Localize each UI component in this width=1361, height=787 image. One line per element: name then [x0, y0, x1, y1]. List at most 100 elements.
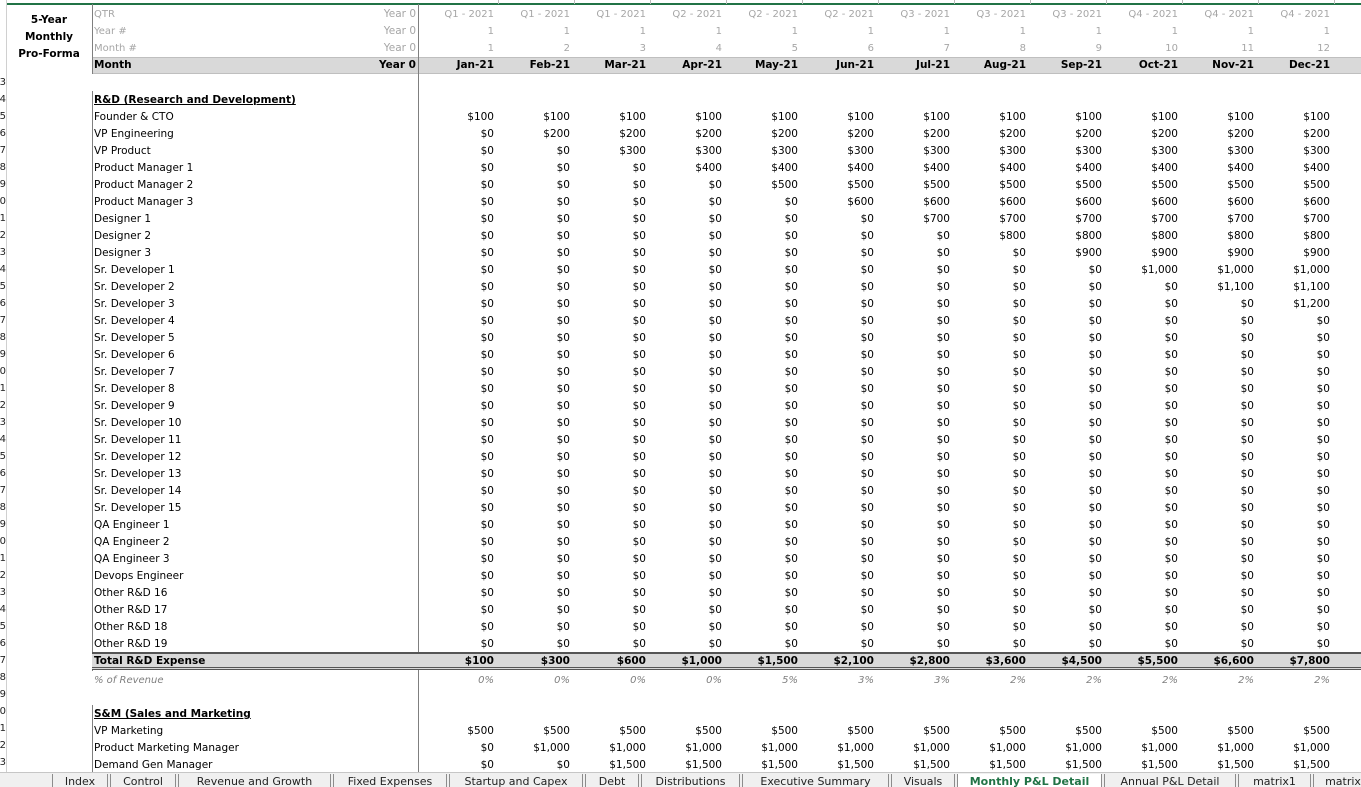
rd-value-cell[interactable]: $200: [1264, 126, 1330, 143]
rd-value-cell[interactable]: $600: [1112, 194, 1178, 211]
sheet-tab[interactable]: Executive Summary: [742, 774, 889, 787]
rd-value-cell[interactable]: $0: [1112, 551, 1178, 568]
rd-value-cell[interactable]: $0: [428, 126, 494, 143]
sm-value-cell[interactable]: $1,500: [960, 757, 1026, 772]
rd-pct-cell[interactable]: 2%: [1036, 672, 1102, 689]
rd-value-cell[interactable]: $0: [428, 194, 494, 211]
rd-value-cell[interactable]: $0: [1112, 432, 1178, 449]
rd-value-cell[interactable]: $0: [580, 483, 646, 500]
rd-value-cell[interactable]: $0: [504, 381, 570, 398]
sm-value-cell[interactable]: $500: [960, 723, 1026, 740]
rd-value-cell[interactable]: $0: [1188, 364, 1254, 381]
rd-value-cell[interactable]: $0: [428, 585, 494, 602]
row-number[interactable]: 3: [0, 584, 6, 601]
year0-month[interactable]: Year 0: [350, 40, 416, 57]
rd-value-cell[interactable]: $0: [884, 245, 950, 262]
sheet-tab[interactable]: Monthly P&L Detail: [957, 774, 1102, 787]
rd-value-cell[interactable]: $0: [1188, 466, 1254, 483]
sm-value-cell[interactable]: $1,500: [1264, 757, 1330, 772]
rd-value-cell[interactable]: $0: [504, 517, 570, 534]
sm-value-cell[interactable]: $500: [428, 723, 494, 740]
rd-value-cell[interactable]: $500: [732, 177, 798, 194]
rd-value-cell[interactable]: $0: [732, 551, 798, 568]
rd-row-label[interactable]: VP Engineering: [94, 126, 414, 143]
rd-value-cell[interactable]: $0: [656, 619, 722, 636]
year-cell[interactable]: 1: [428, 23, 494, 40]
rd-value-cell[interactable]: $0: [732, 296, 798, 313]
rd-value-cell[interactable]: $0: [1264, 415, 1330, 432]
rd-value-cell[interactable]: $0: [808, 619, 874, 636]
rd-value-cell[interactable]: $300: [1264, 143, 1330, 160]
rd-value-cell[interactable]: $0: [808, 517, 874, 534]
rd-value-cell[interactable]: $0: [580, 500, 646, 517]
rd-value-cell[interactable]: $0: [884, 296, 950, 313]
sheet-tab[interactable]: matrix: [1313, 774, 1361, 787]
rd-value-cell[interactable]: $0: [580, 279, 646, 296]
rd-value-cell[interactable]: $0: [732, 517, 798, 534]
rd-value-cell[interactable]: $0: [580, 551, 646, 568]
rd-value-cell[interactable]: $0: [428, 398, 494, 415]
year0-qtr[interactable]: Year 0: [350, 6, 416, 23]
qtr-cell[interactable]: Q1 - 2021: [504, 6, 570, 23]
rd-value-cell[interactable]: $0: [656, 347, 722, 364]
rd-value-cell[interactable]: $0: [656, 449, 722, 466]
rd-value-cell[interactable]: $0: [580, 296, 646, 313]
rd-value-cell[interactable]: $200: [504, 126, 570, 143]
rd-value-cell[interactable]: $0: [580, 330, 646, 347]
rd-value-cell[interactable]: $0: [808, 398, 874, 415]
sm-value-cell[interactable]: $0: [428, 740, 494, 757]
rd-value-cell[interactable]: $0: [428, 279, 494, 296]
rd-value-cell[interactable]: $0: [1036, 449, 1102, 466]
rd-value-cell[interactable]: $0: [960, 262, 1026, 279]
rd-value-cell[interactable]: $0: [1188, 483, 1254, 500]
rd-value-cell[interactable]: $0: [656, 517, 722, 534]
rd-value-cell[interactable]: $200: [732, 126, 798, 143]
rd-value-cell[interactable]: $500: [1188, 177, 1254, 194]
rd-value-cell[interactable]: $0: [504, 296, 570, 313]
rd-value-cell[interactable]: $0: [732, 364, 798, 381]
rd-value-cell[interactable]: $0: [428, 483, 494, 500]
rd-value-cell[interactable]: $0: [808, 551, 874, 568]
rd-value-cell[interactable]: $0: [1036, 330, 1102, 347]
rd-value-cell[interactable]: $0: [656, 636, 722, 653]
month-cell[interactable]: Jun-21: [808, 57, 874, 74]
rd-value-cell[interactable]: $100: [504, 109, 570, 126]
rd-value-cell[interactable]: $0: [732, 568, 798, 585]
rd-pct-cell[interactable]: 0%: [504, 672, 570, 689]
rd-value-cell[interactable]: $0: [580, 449, 646, 466]
rd-value-cell[interactable]: $0: [428, 568, 494, 585]
rd-value-cell[interactable]: $0: [1188, 381, 1254, 398]
rd-value-cell[interactable]: $0: [1188, 602, 1254, 619]
row-number[interactable]: 5: [0, 278, 6, 295]
rd-value-cell[interactable]: $100: [428, 109, 494, 126]
month-cell[interactable]: Oct-21: [1112, 57, 1178, 74]
qtr-cell[interactable]: Q4 - 2021: [1112, 6, 1178, 23]
rd-value-cell[interactable]: $0: [1188, 534, 1254, 551]
rd-value-cell[interactable]: $0: [428, 449, 494, 466]
rd-row-label[interactable]: Sr. Developer 11: [94, 432, 414, 449]
rd-value-cell[interactable]: $0: [808, 568, 874, 585]
rd-value-cell[interactable]: $0: [732, 602, 798, 619]
year-cell[interactable]: 1: [504, 23, 570, 40]
rd-total-cell[interactable]: $5,500: [1112, 653, 1178, 670]
rd-value-cell[interactable]: $800: [1036, 228, 1102, 245]
rd-value-cell[interactable]: $400: [1188, 160, 1254, 177]
rd-value-cell[interactable]: $0: [1036, 381, 1102, 398]
rd-value-cell[interactable]: $500: [960, 177, 1026, 194]
rd-value-cell[interactable]: $0: [580, 568, 646, 585]
rd-value-cell[interactable]: $700: [1264, 211, 1330, 228]
rd-value-cell[interactable]: $0: [808, 636, 874, 653]
month-num-cell[interactable]: 4: [656, 40, 722, 57]
rd-value-cell[interactable]: $0: [732, 330, 798, 347]
rd-value-cell[interactable]: $0: [656, 228, 722, 245]
rd-value-cell[interactable]: $0: [732, 194, 798, 211]
rd-value-cell[interactable]: $0: [580, 534, 646, 551]
rd-value-cell[interactable]: $0: [808, 500, 874, 517]
month-cell[interactable]: Dec-21: [1264, 57, 1330, 74]
rd-pct-cell[interactable]: 0%: [428, 672, 494, 689]
rd-value-cell[interactable]: $100: [656, 109, 722, 126]
rd-value-cell[interactable]: $0: [960, 568, 1026, 585]
rd-value-cell[interactable]: $0: [884, 602, 950, 619]
rd-value-cell[interactable]: $0: [732, 534, 798, 551]
rd-value-cell[interactable]: $0: [808, 449, 874, 466]
